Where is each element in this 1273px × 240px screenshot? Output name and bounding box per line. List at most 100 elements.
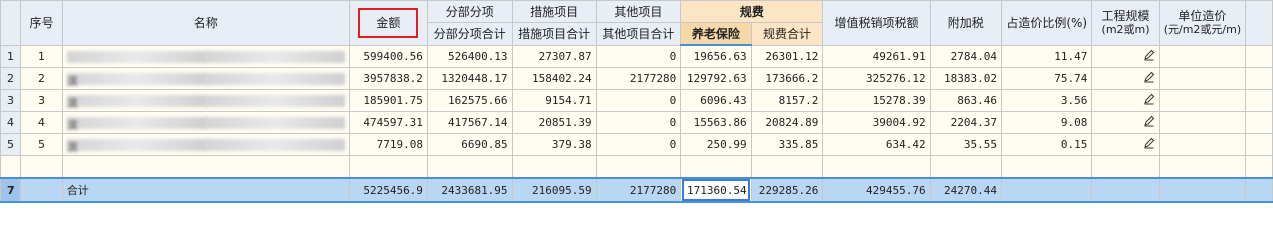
- row-number[interactable]: 7: [0, 177, 22, 203]
- pension-cell[interactable]: 15563.86: [680, 111, 752, 134]
- seq-cell[interactable]: 3: [20, 89, 63, 112]
- gf-total-cell[interactable]: 26301.12: [750, 44, 824, 68]
- extra-cell[interactable]: [1245, 67, 1273, 90]
- measure-total-cell[interactable]: 379.38: [511, 133, 597, 156]
- empty-cell[interactable]: [1245, 155, 1273, 179]
- empty-cell[interactable]: [1001, 155, 1093, 179]
- name-cell-redacted[interactable]: 滨: [61, 67, 350, 90]
- row-number[interactable]: 5: [0, 133, 22, 156]
- other-total-cell[interactable]: 0: [595, 89, 682, 112]
- measure-total-cell[interactable]: 20851.39: [511, 111, 597, 134]
- unit-cost-cell[interactable]: [1158, 133, 1247, 156]
- subitem-total-cell[interactable]: 6690.85: [426, 133, 513, 156]
- corner-cell[interactable]: [0, 0, 22, 46]
- scale-cell[interactable]: [1091, 89, 1160, 112]
- table-row[interactable]: 2 2 滨 3957838.2 1320448.17 158402.24 217…: [0, 67, 1273, 90]
- scale-cell[interactable]: [1091, 111, 1160, 134]
- pension-cell[interactable]: 250.99: [680, 133, 752, 156]
- subitem-total-cell[interactable]: 1320448.17: [426, 67, 513, 90]
- unit-cost-cell[interactable]: [1158, 67, 1247, 90]
- pension-cell-selected[interactable]: 171360.54: [680, 177, 752, 203]
- ratio-cell[interactable]: 11.47: [1001, 44, 1093, 68]
- ratio-cell[interactable]: 9.08: [1001, 111, 1093, 134]
- header-other-total[interactable]: 其他项目合计: [595, 22, 682, 46]
- header-surtax[interactable]: 附加税: [929, 0, 1003, 46]
- other-total-cell[interactable]: 0: [595, 133, 682, 156]
- pension-cell[interactable]: 129792.63: [680, 67, 752, 90]
- gf-total-cell[interactable]: 173666.2: [750, 67, 824, 90]
- header-ratio[interactable]: 占造价比例(%): [1001, 0, 1093, 46]
- header-measure-group[interactable]: 措施项目: [511, 0, 597, 23]
- table-row[interactable]: 3 3 滨 185901.75 162575.66 9154.71 0 6096…: [0, 89, 1273, 112]
- unit-cost-cell[interactable]: [1158, 89, 1247, 112]
- surtax-cell[interactable]: 35.55: [929, 133, 1003, 156]
- measure-total-cell[interactable]: 158402.24: [511, 67, 597, 90]
- gf-total-cell[interactable]: 20824.89: [750, 111, 824, 134]
- seq-cell[interactable]: 5: [20, 133, 63, 156]
- empty-cell[interactable]: [595, 155, 682, 179]
- pension-cell[interactable]: 6096.43: [680, 89, 752, 112]
- surtax-cell[interactable]: 2784.04: [929, 44, 1003, 68]
- vat-cell[interactable]: 49261.91: [822, 44, 931, 68]
- subitem-total-cell[interactable]: 2433681.95: [426, 177, 513, 203]
- vat-cell[interactable]: 634.42: [822, 133, 931, 156]
- scale-cell[interactable]: [1091, 133, 1160, 156]
- header-subitem-group[interactable]: 分部分项: [426, 0, 513, 23]
- empty-cell[interactable]: [511, 155, 597, 179]
- scale-cell[interactable]: [1091, 44, 1160, 68]
- header-measure-total[interactable]: 措施项目合计: [511, 22, 597, 46]
- other-total-cell[interactable]: 2177280: [595, 177, 682, 203]
- surtax-cell[interactable]: 18383.02: [929, 67, 1003, 90]
- header-extra[interactable]: [1245, 0, 1273, 46]
- extra-cell[interactable]: [1245, 44, 1273, 68]
- empty-cell[interactable]: [1091, 155, 1160, 179]
- empty-cell[interactable]: [822, 155, 931, 179]
- empty-cell[interactable]: [20, 155, 63, 179]
- extra-cell[interactable]: [1245, 89, 1273, 112]
- seq-cell[interactable]: 2: [20, 67, 63, 90]
- total-label[interactable]: 合计: [61, 177, 350, 203]
- seq-cell[interactable]: 4: [20, 111, 63, 134]
- unit-cost-cell[interactable]: [1158, 111, 1247, 134]
- unit-cost-cell[interactable]: [1158, 177, 1247, 203]
- gf-total-cell[interactable]: 229285.26: [750, 177, 824, 203]
- surtax-cell[interactable]: 24270.44: [929, 177, 1003, 203]
- other-total-cell[interactable]: 0: [595, 111, 682, 134]
- empty-row[interactable]: [0, 155, 1273, 179]
- extra-cell[interactable]: [1245, 177, 1273, 203]
- empty-cell[interactable]: [929, 155, 1003, 179]
- empty-cell[interactable]: [680, 155, 752, 179]
- row-number[interactable]: 2: [0, 67, 22, 90]
- row-number[interactable]: [0, 155, 22, 179]
- name-cell-redacted[interactable]: 滨: [61, 133, 350, 156]
- vat-cell[interactable]: 325276.12: [822, 67, 931, 90]
- header-amount[interactable]: 金额: [348, 0, 428, 46]
- surtax-cell[interactable]: 863.46: [929, 89, 1003, 112]
- header-gf-group[interactable]: 规费: [680, 0, 824, 23]
- header-name[interactable]: 名称: [61, 0, 350, 46]
- seq-cell[interactable]: 1: [20, 44, 63, 68]
- name-cell-redacted[interactable]: 滨: [61, 89, 350, 112]
- scale-cell[interactable]: [1091, 177, 1160, 203]
- row-number[interactable]: 4: [0, 111, 22, 134]
- amount-cell[interactable]: 474597.31: [348, 111, 428, 134]
- pencil-icon[interactable]: [1143, 137, 1155, 149]
- table-row[interactable]: 4 4 滨 474597.31 417567.14 20851.39 0 155…: [0, 111, 1273, 134]
- subitem-total-cell[interactable]: 417567.14: [426, 111, 513, 134]
- header-scale[interactable]: 工程规模 (m2或m): [1091, 0, 1160, 46]
- header-unit-cost[interactable]: 单位造价 (元/m2或元/m): [1158, 0, 1247, 46]
- seq-cell[interactable]: [20, 177, 63, 203]
- vat-cell[interactable]: 429455.76: [822, 177, 931, 203]
- header-seq[interactable]: 序号: [20, 0, 63, 46]
- empty-cell[interactable]: [348, 155, 428, 179]
- scale-cell[interactable]: [1091, 67, 1160, 90]
- other-total-cell[interactable]: 2177280: [595, 67, 682, 90]
- measure-total-cell[interactable]: 27307.87: [511, 44, 597, 68]
- amount-cell[interactable]: 185901.75: [348, 89, 428, 112]
- total-row[interactable]: 7 合计 5225456.9 2433681.95 216095.59 2177280 17…: [0, 177, 1273, 203]
- ratio-cell[interactable]: 75.74: [1001, 67, 1093, 90]
- header-other-group[interactable]: 其他项目: [595, 0, 682, 23]
- empty-cell[interactable]: [426, 155, 513, 179]
- header-gf-total[interactable]: 规费合计: [750, 22, 824, 46]
- name-cell-redacted[interactable]: 滨: [61, 111, 350, 134]
